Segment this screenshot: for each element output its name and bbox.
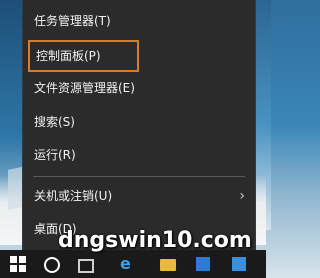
start-icon-pane (10, 256, 17, 263)
menu-item-run[interactable]: 运行(R) (23, 140, 255, 170)
start-icon-pane (19, 265, 26, 272)
windows-start-icon[interactable] (10, 256, 26, 272)
menu-item-file-explorer[interactable]: 文件资源管理器(E) (23, 73, 255, 103)
search-circle-icon[interactable] (44, 257, 60, 273)
winx-context-menu: 任务管理器(T) 控制面板(P) 文件资源管理器(E) 搜索(S) 运行(R) … (22, 0, 256, 250)
menu-item-label: 文件资源管理器(E) (34, 81, 135, 95)
menu-item-task-manager[interactable]: 任务管理器(T) (23, 6, 255, 36)
start-icon-pane (19, 256, 26, 263)
menu-item-label: 任务管理器(T) (34, 14, 111, 28)
app-icon[interactable] (232, 257, 246, 271)
menu-item-label: 运行(R) (34, 148, 76, 162)
chevron-right-icon: › (239, 188, 245, 204)
menu-separator (33, 176, 245, 177)
edge-browser-icon[interactable]: e (120, 256, 136, 272)
menu-item-control-panel[interactable]: 控制面板(P) (28, 40, 139, 72)
task-view-icon[interactable] (78, 259, 94, 273)
file-explorer-icon[interactable] (160, 259, 176, 271)
menu-item-label: 控制面板(P) (36, 49, 101, 63)
start-icon-pane (10, 265, 17, 272)
menu-item-label: 关机或注销(U) (34, 189, 113, 203)
store-icon[interactable] (196, 257, 210, 271)
menu-item-search[interactable]: 搜索(S) (23, 107, 255, 137)
taskbar: e (0, 250, 266, 278)
menu-item-shutdown-signout[interactable]: 关机或注销(U) › (23, 181, 255, 211)
menu-item-label: 搜索(S) (34, 115, 75, 129)
watermark: dngswin10.com (58, 228, 252, 253)
